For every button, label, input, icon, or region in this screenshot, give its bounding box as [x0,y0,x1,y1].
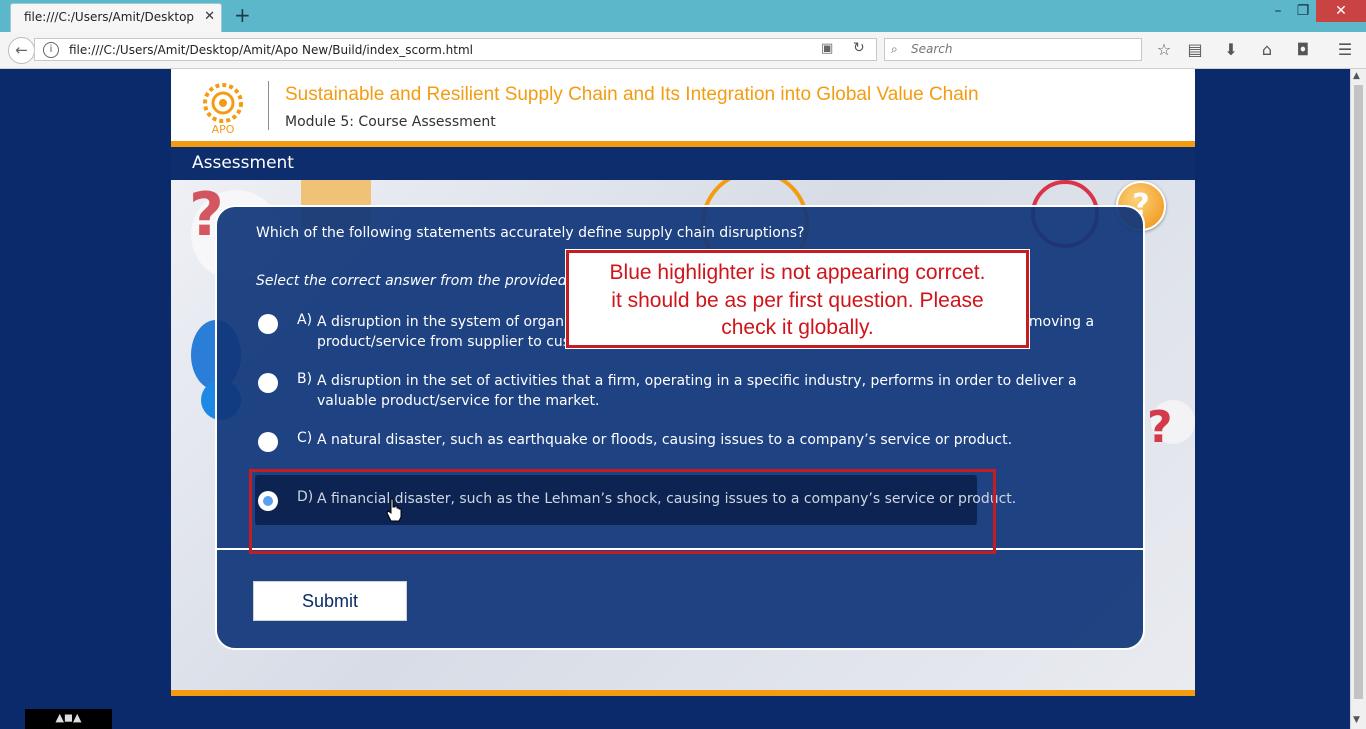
browser-tab[interactable]: file:///C:/Users/Amit/Desktop/Amit/Apo N… [10,3,222,32]
option-a-radio[interactable] [258,314,278,334]
url-text[interactable]: file:///C:/Users/Amit/Desktop/Amit/Apo N… [69,43,473,57]
bookmark-star-icon[interactable]: ☆ [1154,40,1174,59]
search-icon: ⌕ [891,42,898,56]
tab-title: file:///C:/Users/Amit/Desktop/Amit/Apo N… [24,10,194,24]
reading-list-icon[interactable]: ▤ [1185,40,1205,59]
option-c[interactable]: C) A natural disaster, such as earthquak… [255,430,1135,454]
bottom-toolbar-widget[interactable]: ▲◼▲ [25,709,112,729]
pocket-icon[interactable]: ◘ [1293,40,1313,59]
scrollbar-thumb[interactable] [1354,85,1363,699]
module-title: Module 5: Course Assessment [285,114,496,130]
decor-question-icon: ? [1147,402,1173,453]
close-window-button[interactable]: ✕ [1316,0,1366,22]
option-letter: A) [297,312,313,328]
reader-view-icon[interactable]: ▣ [821,41,833,56]
course-title: Sustainable and Resilient Supply Chain a… [285,84,979,105]
logo-text: APO [212,123,235,135]
option-c-radio[interactable] [258,432,278,452]
reload-icon[interactable]: ↻ [853,40,865,56]
header-divider [268,81,269,130]
browser-title-bar: file:///C:/Users/Amit/Desktop/Amit/Apo N… [0,0,1366,32]
scale-icon: ▲◼▲ [55,711,82,724]
home-icon[interactable]: ⌂ [1257,40,1277,59]
back-button[interactable]: ← [8,37,35,64]
option-letter: C) [297,430,313,446]
review-comment-text: Blue highlighter is not appearing corrce… [609,261,986,339]
scroll-up-arrow-icon[interactable]: ▲ [1353,71,1360,81]
download-icon[interactable]: ⬇ [1221,40,1241,59]
apo-logo: APO [203,83,243,135]
course-header: APO Sustainable and Resilient Supply Cha… [171,69,1195,141]
address-bar[interactable]: i file:///C:/Users/Amit/Desktop/Amit/Apo… [34,38,877,61]
new-tab-button[interactable]: + [234,3,251,27]
search-input[interactable] [909,41,1133,57]
navigation-toolbar: ← i file:///C:/Users/Amit/Desktop/Amit/A… [0,32,1366,69]
option-text: A natural disaster, such as earthquake o… [317,432,1013,448]
hand-cursor-icon [386,498,402,522]
question-text: Which of the following statements accura… [256,225,805,241]
review-comment-box: Blue highlighter is not appearing corrce… [566,250,1029,348]
vertical-scrollbar[interactable]: ▲ ▼ [1350,69,1366,729]
option-b-radio[interactable] [258,373,278,393]
option-text: A disruption in the set of activities th… [317,373,1077,409]
course-player: APO Sustainable and Resilient Supply Cha… [171,69,1195,696]
footer-accent-bar [171,690,1195,696]
option-b[interactable]: B) A disruption in the set of activities… [255,371,1135,411]
section-title: Assessment [192,153,294,173]
review-highlight-rectangle [249,469,996,554]
menu-icon[interactable]: ☰ [1335,40,1355,59]
info-icon[interactable]: i [43,42,59,58]
option-letter: B) [297,371,313,387]
tab-close-icon[interactable]: ✕ [204,9,215,24]
arrow-left-icon: ← [15,41,28,59]
search-box[interactable]: ⌕ [884,38,1142,61]
section-bar: Assessment [171,147,1195,180]
scroll-down-arrow-icon[interactable]: ▼ [1353,715,1360,725]
restore-button[interactable]: ❐ [1293,3,1313,19]
minimize-button[interactable]: – [1268,3,1288,19]
submit-button[interactable]: Submit [253,581,407,621]
